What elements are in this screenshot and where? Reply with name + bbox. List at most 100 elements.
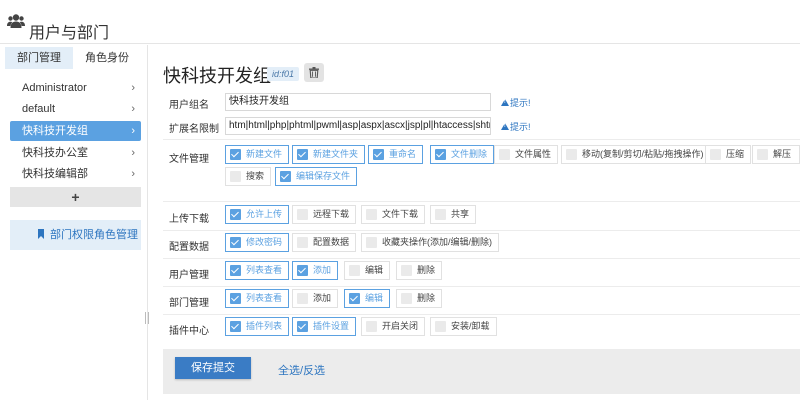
chevron-right-icon: › xyxy=(131,168,135,180)
perm-rename[interactable]: 重命名 xyxy=(368,145,424,164)
perm-new-folder[interactable]: 新建文件夹 xyxy=(292,145,366,164)
extension-limit-input[interactable]: htm|html|php|phtml|pwml|asp|aspx|ascx|js… xyxy=(225,117,491,135)
config-data-label: 配置数据 xyxy=(169,242,209,253)
checkbox-icon xyxy=(435,149,446,160)
tab-role-identity[interactable]: 角色身份 xyxy=(73,47,141,69)
checkbox-icon xyxy=(366,209,377,220)
sidebar-item-administrator[interactable]: Administrator › xyxy=(10,78,141,98)
checkbox-icon xyxy=(230,321,241,332)
checkbox-icon xyxy=(401,265,412,276)
department-permission-role-button[interactable]: 部门权限角色管理 xyxy=(10,220,141,250)
save-submit-button[interactable]: 保存提交 xyxy=(175,357,251,379)
perm-plugin-list[interactable]: 插件列表 xyxy=(225,317,290,336)
checkbox-label: 文件下载 xyxy=(382,209,419,219)
divider xyxy=(163,258,800,259)
sidebar-item-editorial[interactable]: 快科技编辑部 › xyxy=(10,164,141,184)
checkbox-icon xyxy=(373,149,384,160)
perm-dept-list-view[interactable]: 列表查看 xyxy=(225,289,290,308)
perm-decompress[interactable]: 解压 xyxy=(752,145,800,164)
sidebar-item-label: default xyxy=(22,103,56,115)
perm-remote-download[interactable]: 远程下载 xyxy=(292,205,357,224)
checkbox-icon xyxy=(566,149,577,160)
checkbox-icon xyxy=(499,149,510,160)
checkbox-label: 列表查看 xyxy=(246,265,283,275)
checkbox-icon xyxy=(401,293,412,304)
delete-group-button[interactable] xyxy=(304,63,324,82)
checkbox-label: 开启关闭 xyxy=(382,321,419,331)
sidebar-item-default[interactable]: default › xyxy=(10,99,141,119)
checkbox-icon xyxy=(230,209,241,220)
checkbox-icon xyxy=(757,149,768,160)
checkbox-label: 添加 xyxy=(313,293,332,303)
group-name-hint[interactable]: 提示! xyxy=(501,96,531,109)
sidebar-item-dev-group[interactable]: 快科技开发组 › xyxy=(10,121,141,141)
perm-search[interactable]: 搜索 xyxy=(225,167,272,186)
sidebar-item-office[interactable]: 快科技办公室 › xyxy=(10,143,141,163)
upload-download-label: 上传下载 xyxy=(169,214,209,225)
checkbox-icon xyxy=(297,293,308,304)
perm-user-delete[interactable]: 删除 xyxy=(396,261,443,280)
perm-dept-add[interactable]: 添加 xyxy=(292,289,339,308)
perm-config-data[interactable]: 配置数据 xyxy=(292,233,357,252)
perm-user-add[interactable]: 添加 xyxy=(292,261,339,280)
perm-edit-save-file[interactable]: 编辑保存文件 xyxy=(275,167,358,186)
hint-label: 提示! xyxy=(510,98,531,108)
checkbox-label: 文件删除 xyxy=(451,149,488,159)
perm-dept-delete[interactable]: 删除 xyxy=(396,289,443,308)
checkbox-label: 编辑 xyxy=(365,293,384,303)
perm-plugin-settings[interactable]: 插件设置 xyxy=(292,317,357,336)
perm-user-list-view[interactable]: 列表查看 xyxy=(225,261,290,280)
perm-file-download[interactable]: 文件下载 xyxy=(361,205,426,224)
checkbox-icon xyxy=(230,265,241,276)
perm-plugin-toggle[interactable]: 开启关闭 xyxy=(361,317,426,336)
perm-move[interactable]: 移动(复制/剪切/粘贴/拖拽操作) xyxy=(561,145,711,164)
sidebar-item-label: Administrator xyxy=(22,82,87,94)
divider xyxy=(163,314,800,315)
perm-dept-edit[interactable]: 编辑 xyxy=(344,289,391,308)
checkbox-label: 新建文件夹 xyxy=(313,149,359,159)
checkbox-icon xyxy=(366,237,377,248)
extension-limit-hint[interactable]: 提示! xyxy=(501,120,531,133)
checkbox-label: 共享 xyxy=(451,209,470,219)
perm-compress[interactable]: 压缩 xyxy=(705,145,752,164)
tab-department-management[interactable]: 部门管理 xyxy=(5,47,73,69)
sidebar-item-label: 快科技编辑部 xyxy=(22,168,88,180)
checkbox-label: 搜索 xyxy=(246,171,265,181)
checkbox-label: 允许上传 xyxy=(246,209,283,219)
perm-allow-upload[interactable]: 允许上传 xyxy=(225,205,290,224)
perm-favorites[interactable]: 收藏夹操作(添加/编辑/删除) xyxy=(361,233,499,252)
perm-delete-file[interactable]: 文件删除 xyxy=(430,145,495,164)
checkbox-label: 收藏夹操作(添加/编辑/删除) xyxy=(382,237,492,247)
checkbox-label: 安装/卸载 xyxy=(451,321,490,331)
warning-icon xyxy=(501,99,509,106)
sidebar-tabs: 部门管理 角色身份 xyxy=(5,47,141,69)
checkbox-icon xyxy=(230,237,241,248)
perm-share[interactable]: 共享 xyxy=(430,205,477,224)
checkbox-label: 编辑 xyxy=(365,265,384,275)
add-group-button[interactable]: + xyxy=(10,187,141,207)
select-all-link[interactable]: 全选/反选 xyxy=(278,362,325,378)
checkbox-label: 添加 xyxy=(313,265,332,275)
checkbox-label: 配置数据 xyxy=(313,237,350,247)
warning-icon xyxy=(501,123,509,130)
checkbox-icon xyxy=(297,265,308,276)
checkbox-icon xyxy=(230,171,241,182)
chevron-right-icon: › xyxy=(131,147,135,159)
checkbox-label: 删除 xyxy=(417,265,436,275)
checkbox-label: 远程下载 xyxy=(313,209,350,219)
divider xyxy=(163,230,800,231)
perm-plugin-install[interactable]: 安装/卸载 xyxy=(430,317,497,336)
perm-file-properties[interactable]: 文件属性 xyxy=(494,145,559,164)
bookmark-icon xyxy=(38,229,44,239)
perm-change-password[interactable]: 修改密码 xyxy=(225,233,290,252)
perm-user-edit[interactable]: 编辑 xyxy=(344,261,391,280)
checkbox-icon xyxy=(280,171,291,182)
checkbox-label: 文件属性 xyxy=(515,149,552,159)
group-name-input[interactable]: 快科技开发组 xyxy=(225,93,491,111)
perm-new-file[interactable]: 新建文件 xyxy=(225,145,290,164)
plugin-center-label: 插件中心 xyxy=(169,326,209,337)
title-bar: 用户与部门 xyxy=(0,0,800,44)
checkbox-icon xyxy=(349,265,360,276)
checkbox-icon xyxy=(435,209,446,220)
users-icon xyxy=(7,14,25,28)
